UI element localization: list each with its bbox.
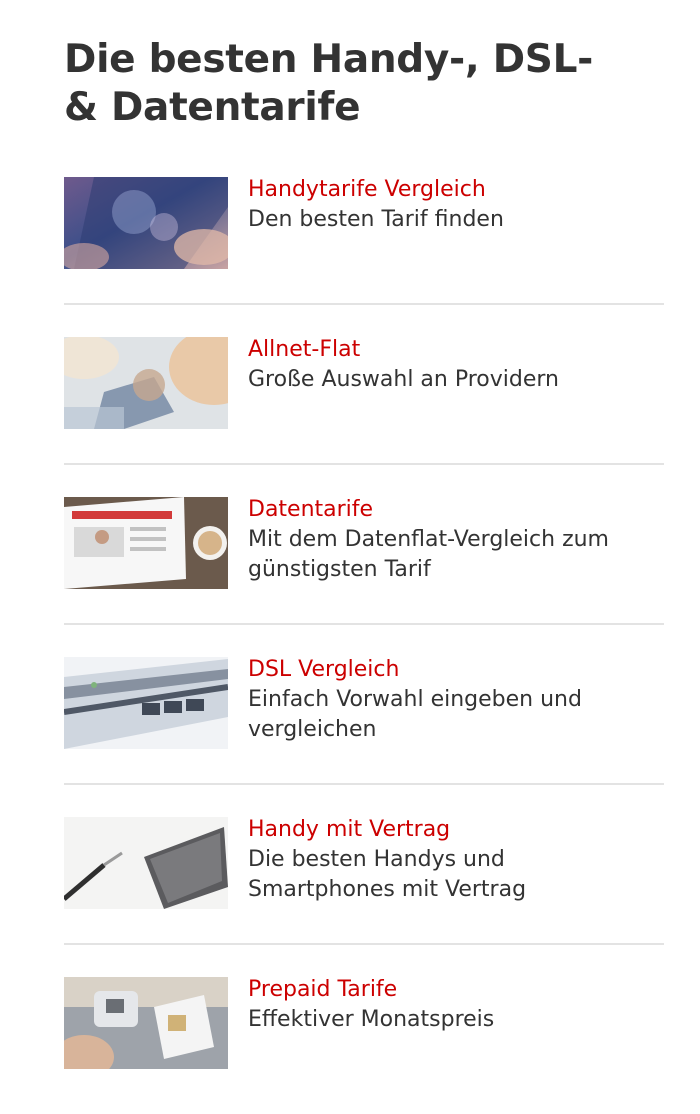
list-item-prepaid-tarife[interactable]: Prepaid Tarife Effektiver Monatspreis — [64, 977, 664, 1103]
item-title-link[interactable]: Datentarife — [248, 495, 648, 525]
list-item-datentarife[interactable]: Datentarife Mit dem Datenflat-Vergleich … — [64, 497, 664, 625]
item-description: Effektiver Monatspreis — [248, 1007, 495, 1032]
list-item-allnet-flat[interactable]: Allnet-Flat Große Auswahl an Providern — [64, 337, 664, 465]
item-title-link[interactable]: Prepaid Tarife — [248, 975, 648, 1005]
item-description: Große Auswahl an Providern — [248, 367, 559, 392]
hand-touch-photo[interactable] — [64, 337, 228, 429]
item-description: Den besten Tarif finden — [248, 207, 504, 232]
item-description: Die besten Handys und Smartphones mit Ve… — [248, 847, 527, 902]
sim-card-photo[interactable] — [64, 977, 228, 1069]
item-description: Einfach Vorwahl eingeben und vergleichen — [248, 687, 582, 742]
item-title-link[interactable]: Handy mit Vertrag — [248, 815, 648, 845]
list-item-handy-mit-vertrag[interactable]: Handy mit Vertrag Die besten Handys und … — [64, 817, 664, 945]
item-title-link[interactable]: Handytarife Vergleich — [248, 175, 648, 205]
tablet-coffee-photo[interactable] — [64, 497, 228, 589]
tariff-section: Die besten Handy-, DSL- & Datentarife Ha… — [64, 36, 664, 1069]
tariff-list: Handytarife Vergleich Den besten Tarif f… — [64, 177, 664, 1103]
smartphone-photo[interactable] — [64, 177, 228, 269]
router-cable-photo[interactable] — [64, 657, 228, 749]
list-item-dsl-vergleich[interactable]: DSL Vergleich Einfach Vorwahl eingeben u… — [64, 657, 664, 785]
item-description: Mit dem Datenflat-Vergleich zum günstigs… — [248, 527, 609, 582]
item-title-link[interactable]: Allnet-Flat — [248, 335, 648, 365]
phone-pen-photo[interactable] — [64, 817, 228, 909]
list-item-handytarife[interactable]: Handytarife Vergleich Den besten Tarif f… — [64, 177, 664, 305]
item-title-link[interactable]: DSL Vergleich — [248, 655, 648, 685]
section-title: Die besten Handy-, DSL- & Datentarife — [64, 37, 594, 130]
